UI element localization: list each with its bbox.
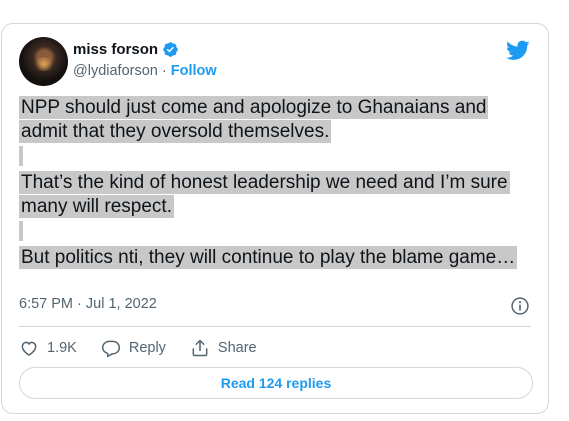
share-icon: [192, 339, 208, 357]
highlight-gap: [19, 220, 23, 241]
tweet-embed-card: miss forson @lydiaforson · Follow NPP sh…: [1, 23, 549, 414]
divider: [19, 326, 531, 327]
heart-icon: [21, 341, 37, 356]
tweet-paragraph: That’s the kind of honest leadership we …: [19, 171, 534, 243]
reply-label: Reply: [128, 340, 166, 356]
like-count: 1.9K: [47, 340, 77, 356]
avatar[interactable]: [19, 37, 68, 86]
tweet-paragraph-3: But politics nti, they will continue to …: [19, 246, 518, 269]
tweet-paragraph: NPP should just come and apologize to Gh…: [19, 96, 534, 168]
tweet-paragraph-1: NPP should just come and apologize to Gh…: [19, 96, 489, 143]
verified-badge-icon: [163, 42, 178, 57]
highlight-gap: [19, 145, 23, 166]
info-icon[interactable]: [510, 296, 530, 316]
tweet-text: NPP should just come and apologize to Gh…: [19, 96, 534, 293]
twitter-bird-icon[interactable]: [506, 38, 530, 62]
like-button[interactable]: 1.9K: [19, 338, 77, 358]
handle-separator: ·: [157, 63, 171, 79]
follow-button[interactable]: Follow: [171, 63, 217, 79]
tweet-timestamp[interactable]: 6:57 PM · Jul 1, 2022: [19, 296, 157, 312]
read-replies-button[interactable]: Read 124 replies: [19, 367, 533, 399]
author-handle-row: @lydiaforson · Follow: [73, 63, 217, 79]
reply-bubble-icon: [101, 340, 120, 358]
author-name[interactable]: miss forson: [73, 41, 158, 58]
share-label: Share: [217, 340, 257, 356]
author-handle[interactable]: @lydiaforson: [73, 63, 158, 79]
reply-button[interactable]: Reply: [101, 338, 166, 358]
share-button[interactable]: Share: [190, 338, 257, 358]
author-name-row: miss forson: [73, 41, 179, 58]
tweet-paragraph-2: That’s the kind of honest leadership we …: [19, 171, 510, 218]
tweet-paragraph: But politics nti, they will continue to …: [19, 246, 534, 270]
tweet-actions: 1.9K Reply Share: [19, 338, 281, 358]
